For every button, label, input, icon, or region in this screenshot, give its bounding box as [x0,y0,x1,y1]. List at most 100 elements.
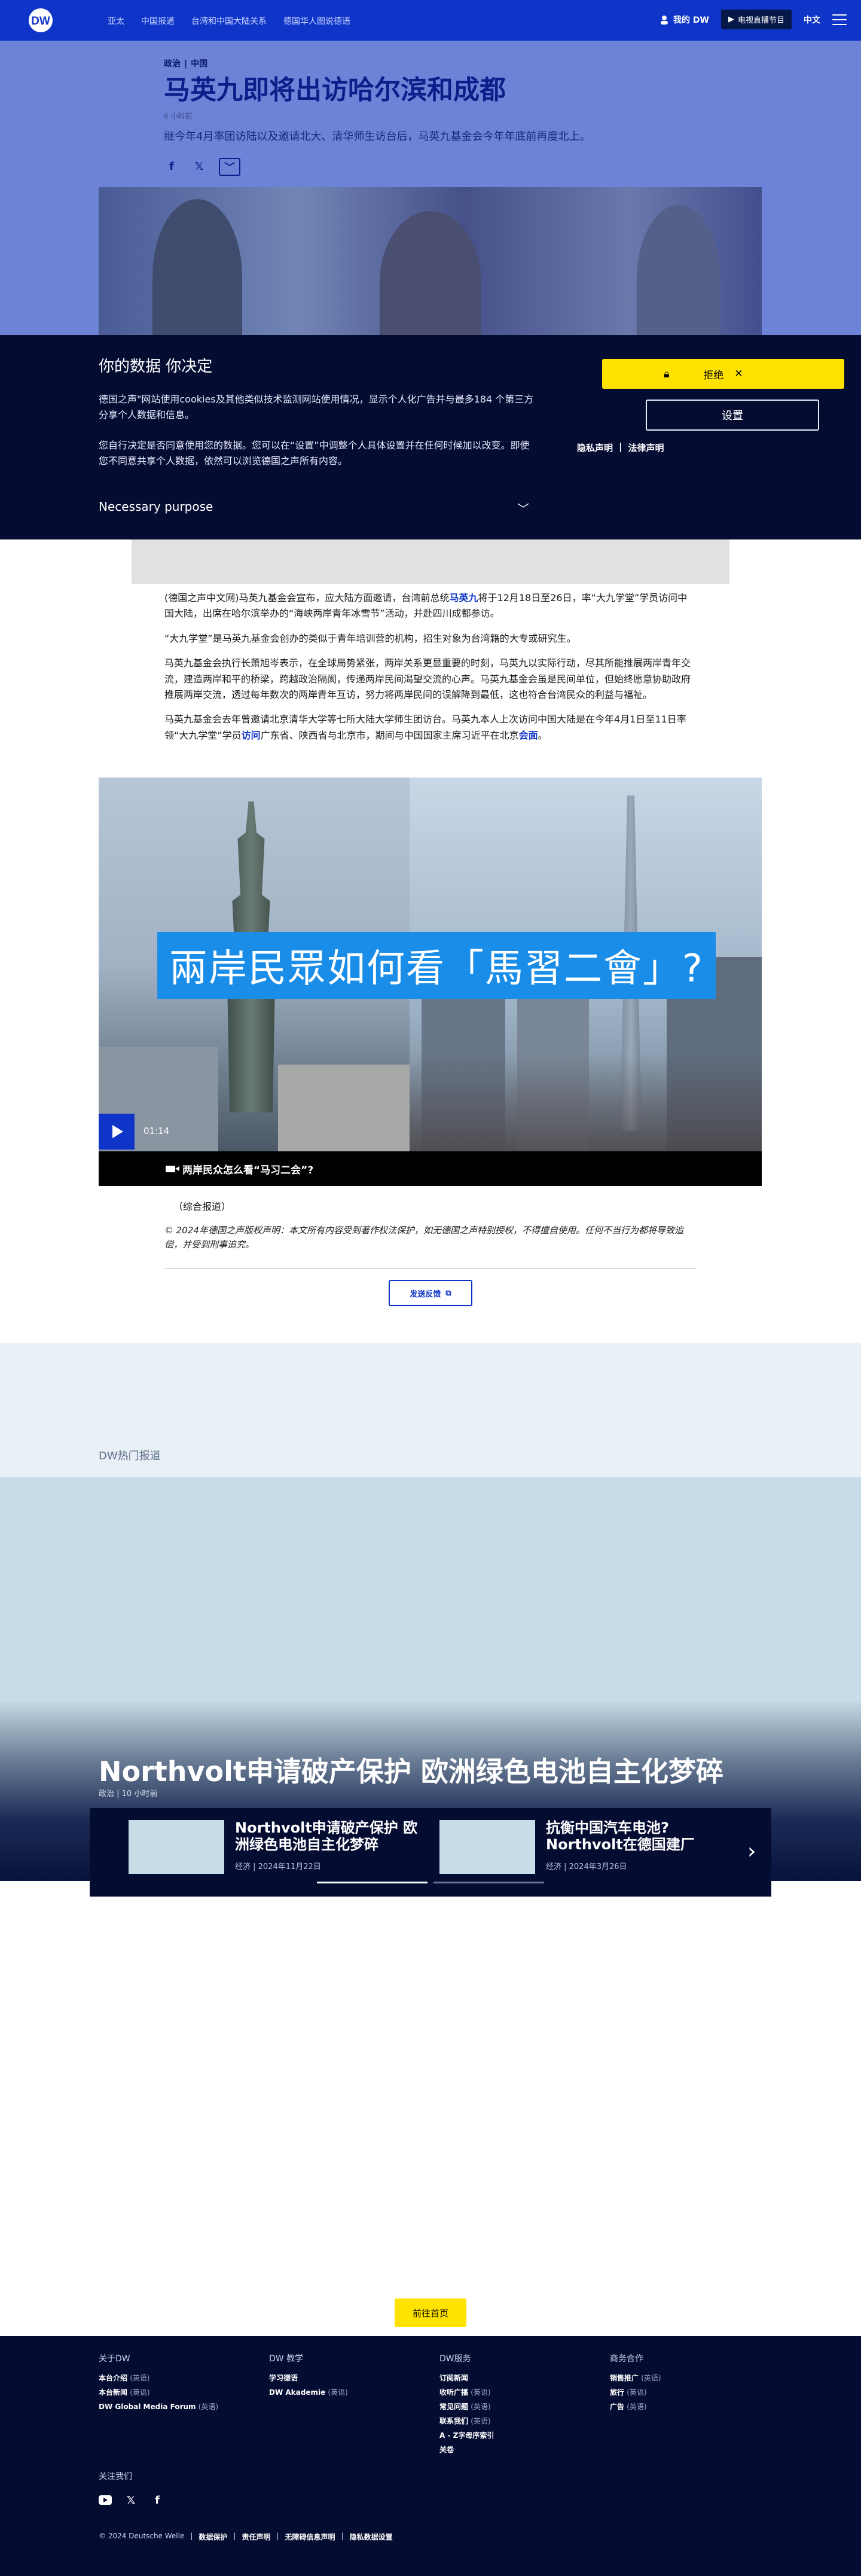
purpose-label: Necessary purpose [99,499,213,514]
consent-text: 德国之声"网站使用cookies及其他类似技术监测网站使用情况，显示个人化广告并… [99,394,534,420]
follow-us-label: 关注我们 [99,2472,132,2482]
paragraph: 马英九基金会去年曾邀请北京清华大学等七所大陆大学师生团访台。马英九本人上次访问中… [164,714,686,741]
consent-text-2: 您自行决定是否同意使用您的数据。您可以在“设置”中调整个人具体设置并在任何时候加… [99,440,530,467]
go-home-button[interactable]: 前往首页 [395,2298,466,2327]
login-link[interactable]: 我的 DW [660,14,709,26]
footer-link[interactable]: 本台新闻 (英语) [99,2387,218,2397]
footer-link[interactable]: A - Z字母序索引 [439,2430,494,2440]
footer-legal-link[interactable]: 隐私数据设置 [350,2532,393,2542]
footer-legal-link[interactable]: 无障碍信息声明 [285,2532,335,2542]
teaser-carousel: Northvolt申请破产保护 欧洲绿色电池自主化梦碎 经济 | 2024年11… [90,1808,771,1897]
carousel-item[interactable]: Northvolt申请破产保护 欧洲绿色电池自主化梦碎 经济 | 2024年11… [129,1819,426,1874]
footer-link[interactable]: 本台介绍 (英语) [99,2373,218,2383]
reject-button[interactable]: 🔒︎ 拒绝 ✕ [602,359,844,389]
footer-legal-link[interactable]: 责任声明 [242,2532,270,2542]
youtube-icon[interactable] [99,2495,112,2505]
publish-time: 6 小时前 [164,111,193,120]
footer: 关于DW 本台介绍 (英语) 本台新闻 (英语) DW Global Media… [0,2336,861,2576]
video-player[interactable]: 兩岸民眾如何看「馬習二會」? 01:14 两岸民众怎么看“马习二会”? [99,778,762,1186]
category-china[interactable]: 中国 [191,59,207,69]
footer-link[interactable]: DW Global Media Forum (英语) [99,2401,218,2412]
footer-link[interactable]: 常见问题 (英语) [439,2401,494,2412]
chevron-right-icon[interactable]: › [747,1839,756,1864]
nav-item[interactable]: 德国华人图说德语 [283,15,350,27]
top-bar: DW 亚太 中国报道 台湾和中国大陆关系 德国华人图说德语 我的 DW ▶ 电视… [0,0,861,41]
nav-item[interactable]: 中国报道 [141,15,175,27]
reject-label: 拒绝 [703,369,724,382]
chevron-down-icon: ﹀ [517,502,529,516]
user-icon [661,15,668,25]
image-caption-area [132,539,729,584]
footer-link[interactable]: 销售推广 (英语) [610,2373,661,2383]
footer-link[interactable]: 学习德语 [269,2373,348,2383]
share-bar: f 𝕏 ﹀ [164,157,702,176]
carousel-item[interactable]: 抗衡中国汽车电池? Northvolt在德国建厂 经济 | 2024年3月26日 [439,1819,737,1874]
video-caption-text: 兩岸民眾如何看「馬習二會」? [157,932,716,999]
facebook-icon[interactable]: f [150,2493,164,2507]
article-header: 政治 | 中国 马英九即将出访哈尔滨和成都 6 小时前 继今年4月率团访陆以及邀请北… [164,57,702,176]
footer-link[interactable]: 广告 (英语) [610,2401,661,2412]
carousel-item-title: Northvolt申请破产保护 欧洲绿色电池自主化梦碎 [235,1819,418,1853]
footer-legal-link[interactable]: 数据保护 [199,2532,227,2542]
video-title-bar: 两岸民众怎么看“马习二会”? [99,1151,762,1186]
category-politics[interactable]: 政治 [164,59,181,69]
hero-image [99,187,762,335]
footer-link[interactable]: 联系我们 (英语) [439,2416,494,2426]
close-icon: ✕ [734,368,743,380]
footer-column-education: DW 教学 学习德语 DW Akademie (英语) [269,2352,348,2401]
article-body: (德国之声中文网)马英九基金会宣布，应大陆方面邀请，台湾前总统马英九将于12月1… [164,590,697,752]
footer-link[interactable]: 关卷 [439,2444,494,2455]
footer-link[interactable]: 订阅新闻 [439,2373,494,2383]
necessary-purpose-toggle[interactable]: Necessary purpose ﹀ [99,499,529,517]
copyright-note: © 2024年德国之声版权声明：本文所有内容受到著作权法保护，如无德国之声特别授… [164,1225,683,1250]
paragraph: (德国之声中文网)马英九基金会宣布，应大陆方面邀请，台湾前总统马英九将于12月1… [164,592,688,620]
video-frame: 兩岸民眾如何看「馬習二會」? [99,778,762,1151]
main-nav: 亚太 中国报道 台湾和中国大陆关系 德国华人图说德语 [108,15,350,27]
inline-link[interactable]: 马英九 [450,592,478,603]
paragraph: 马英九基金会执行长萧旭岑表示，在全球局势紧张，两岸关系更显重要的时刻，马英九以实… [164,657,691,700]
language-switch[interactable]: 中文 [804,14,820,26]
chevron-down-icon[interactable]: ﹀ [219,157,240,176]
x-icon[interactable]: 𝕏 [124,2493,138,2507]
carousel-item-meta: 经济 | 2024年3月26日 [546,1862,627,1872]
privacy-link[interactable]: 隐私声明 [577,441,613,454]
copyright-label: © 2024 Deutsche Welle [99,2532,185,2540]
thumbnail [129,1820,224,1874]
play-button[interactable] [99,1114,135,1150]
carousel-progress [433,1882,544,1883]
footer-link[interactable]: DW Akademie (英语) [269,2387,348,2397]
feedback-button[interactable]: 发送反馈 ⧉ [389,1280,472,1306]
cookie-consent-banner: 你的数据 你决定 德国之声"网站使用cookies及其他类似技术监测网站使用情况… [0,335,861,539]
footer-link[interactable]: 收听广播 (英语) [439,2387,494,2397]
footer-link[interactable]: 旅行 (英语) [610,2387,661,2397]
carousel-item-title: 抗衡中国汽车电池? Northvolt在德国建厂 [546,1819,695,1853]
inline-link[interactable]: 访问 [242,730,261,741]
live-tv-button[interactable]: ▶ 电视直播节目 [720,10,792,29]
section-label: DW热门报道 [99,1450,161,1462]
login-label: 我的 DW [673,15,709,25]
inline-link[interactable]: 会面 [519,730,538,741]
footer-heading: 商务合作 [610,2354,643,2364]
x-icon[interactable]: 𝕏 [191,159,207,175]
dw-logo[interactable]: DW [28,7,69,33]
play-icon: ▶ [728,15,734,24]
video-camera-icon [166,1165,179,1172]
video-duration: 01:14 [144,1126,170,1136]
featured-headline[interactable]: Northvolt申请破产保护 欧洲绿色电池自主化梦碎 [99,1750,723,1790]
carousel-progress-active [317,1882,428,1883]
footer-heading: 关于DW [99,2354,130,2364]
footer-column-services: DW服务 订阅新闻 收听广播 (英语) 常见问题 (英语) 联系我们 (英语) … [439,2352,494,2459]
footer-heading: DW服务 [439,2354,471,2364]
nav-item[interactable]: 台湾和中国大陆关系 [191,15,267,27]
settings-button[interactable]: 设置 [646,400,819,431]
source-note: （综合报道） [173,1201,231,1212]
menu-icon[interactable] [832,14,847,25]
nav-item[interactable]: 亚太 [108,15,124,27]
facebook-icon[interactable]: f [164,159,179,175]
svg-text:DW: DW [31,15,50,28]
legal-link[interactable]: 法律声明 [628,441,664,454]
lock-icon: 🔒︎ [664,367,670,380]
breadcrumb: 政治 | 中国 [164,59,208,69]
page-title: 马英九即将出访哈尔滨和成都 [164,75,506,105]
copy-icon: ⧉ [445,1288,451,1298]
